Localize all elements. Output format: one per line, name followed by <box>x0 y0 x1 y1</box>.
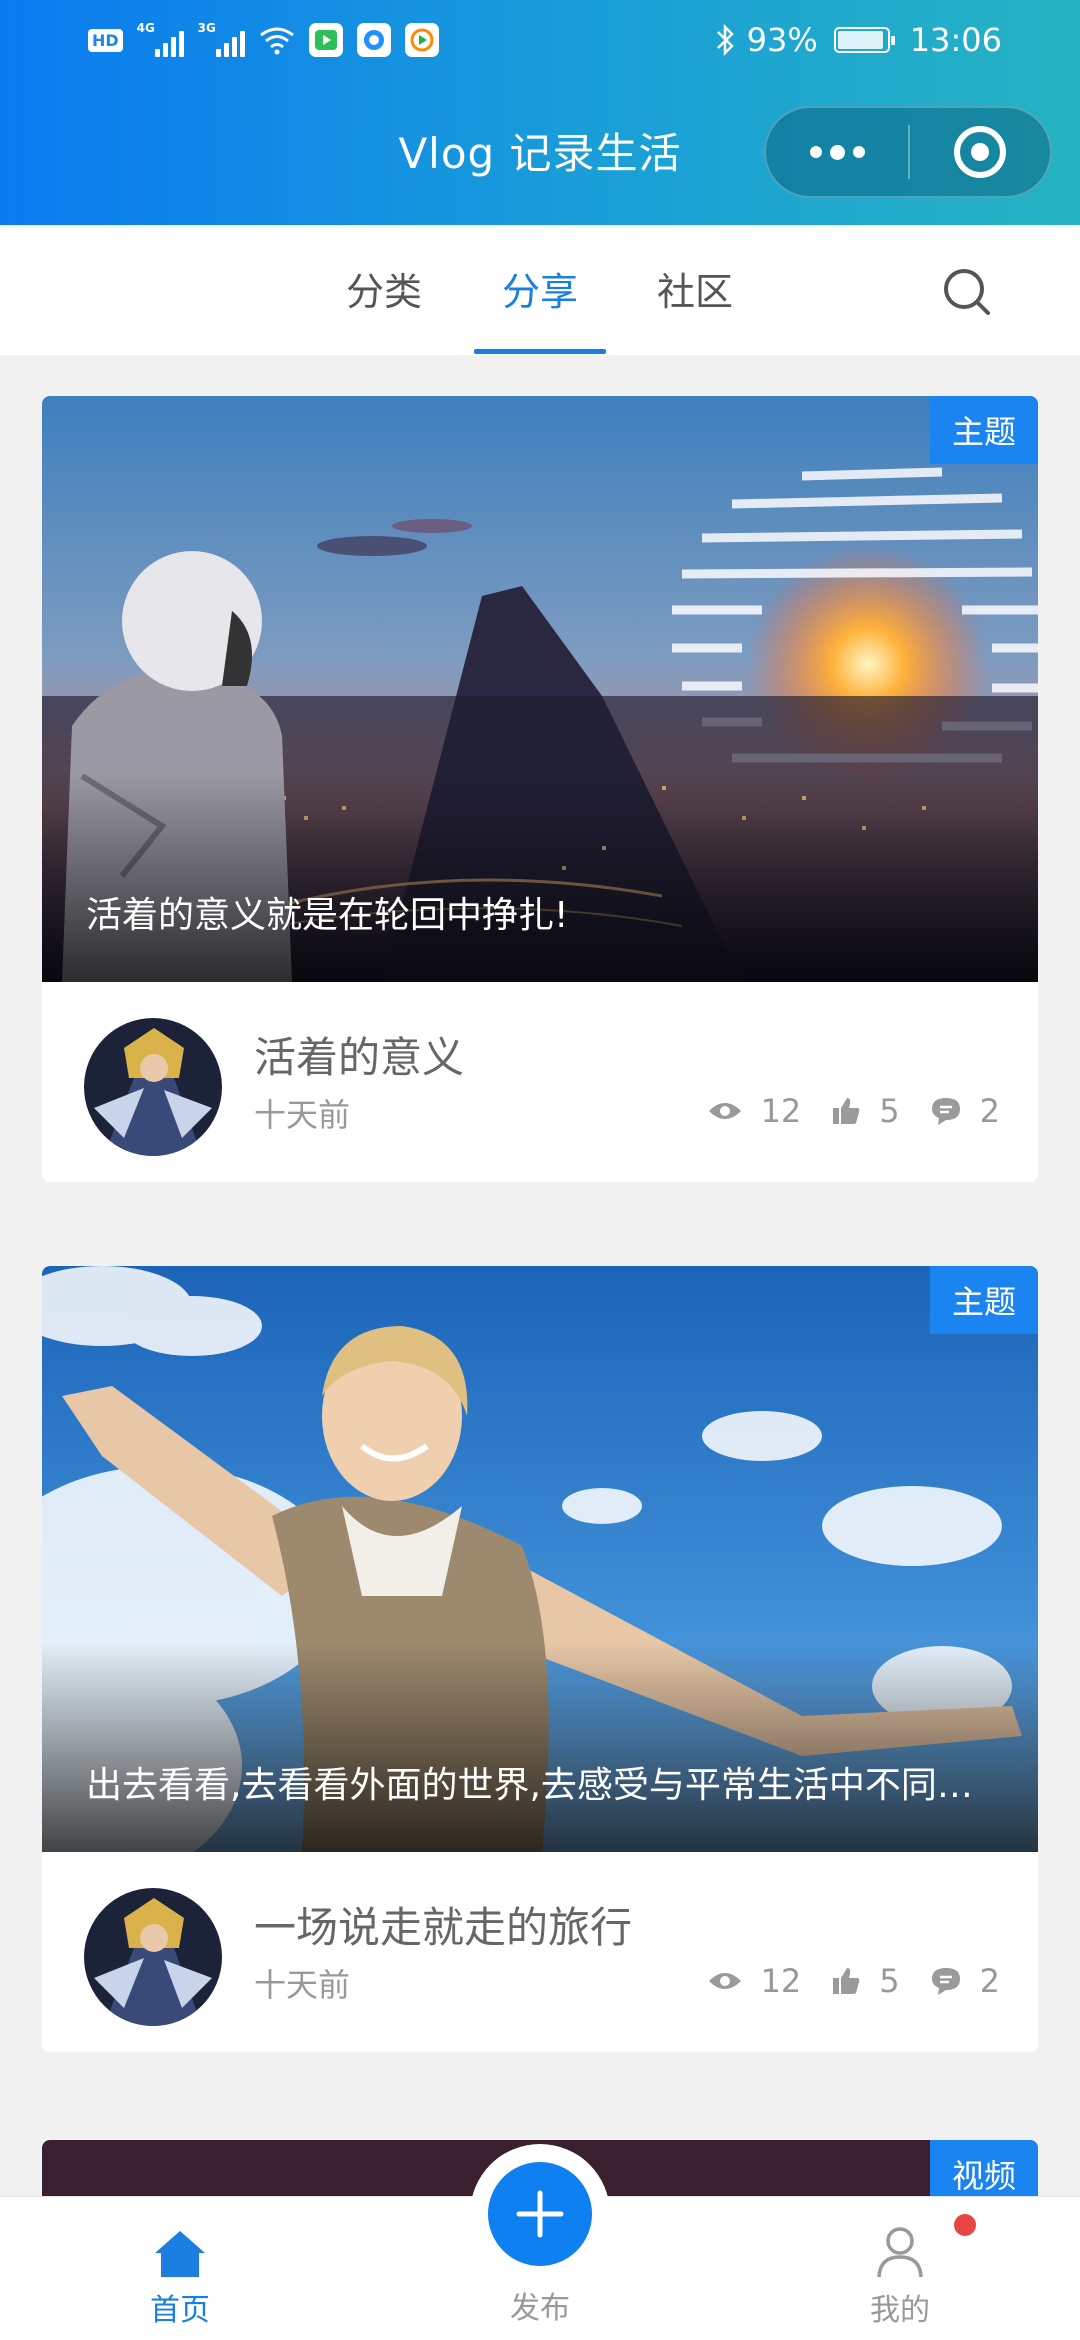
avatar-image <box>84 1018 222 1156</box>
post-meta: 一场说走就走的旅行 十天前 12 5 2 <box>42 1852 1038 2052</box>
post-meta: 活着的意义 十天前 12 5 2 <box>42 982 1038 1182</box>
video-app-icon <box>308 23 343 57</box>
mini-program-capsule <box>764 106 1052 198</box>
view-count: 12 <box>760 1092 802 1130</box>
avatar[interactable] <box>84 1888 222 2026</box>
post-card[interactable]: 出去看看,去看看外面的世界,去感受与平常生活中不同的风景 主题 一场说走就走的旅… <box>42 1266 1038 2052</box>
post-title[interactable]: 活着的意义 <box>254 1024 464 1085</box>
post-cover-image[interactable]: 出去看看,去看看外面的世界,去感受与平常生活中不同的风景 主题 <box>42 1266 1038 1852</box>
home-icon <box>100 2217 260 2279</box>
plus-icon <box>516 2190 564 2238</box>
like-count: 5 <box>879 1092 900 1130</box>
avatar[interactable] <box>84 1018 222 1156</box>
comment-count: 2 <box>979 1092 1000 1130</box>
eye-icon <box>708 1103 741 1119</box>
caption-shade <box>42 1642 1038 1852</box>
post-cover-image[interactable]: 活着的意义就是在轮回中挣扎! 主题 <box>42 396 1038 982</box>
more-dot-icon <box>829 144 845 160</box>
post-caption: 出去看看,去看看外面的世界,去感受与平常生活中不同的风景 <box>86 1765 994 1806</box>
tencent-video-app-icon <box>404 23 439 57</box>
signal-4g-label: 4G <box>136 21 155 35</box>
nav-home[interactable]: 首页 <box>100 2217 260 2329</box>
battery-percent: 93% <box>746 21 818 59</box>
nav-publish-label: 发布 <box>510 2291 570 2326</box>
tab-community[interactable]: 社区 <box>657 261 733 316</box>
tab-category[interactable]: 分类 <box>346 261 422 316</box>
avatar-image <box>84 1888 222 2026</box>
bluetooth-icon <box>716 23 734 57</box>
app-header: HD 4G 3G 93% 13:06 Vlog 记录生活 <box>0 0 1080 225</box>
post-title[interactable]: 一场说走就走的旅行 <box>254 1894 632 1955</box>
nav-mine[interactable]: 我的 <box>820 2217 980 2329</box>
comment-icon[interactable] <box>930 1966 962 1996</box>
category-tabs: 分类 分享 社区 <box>0 225 1080 355</box>
comment-count: 2 <box>979 1962 1000 2000</box>
tab-share[interactable]: 分享 <box>502 261 578 316</box>
eye-icon <box>708 1973 741 1989</box>
browser-app-icon <box>356 23 391 57</box>
more-dot-icon <box>809 146 822 158</box>
wifi-icon <box>259 27 294 55</box>
signal-4g-icon: 4G <box>136 21 184 57</box>
view-count: 12 <box>760 1962 802 2000</box>
comment-icon[interactable] <box>930 1096 962 1126</box>
post-time: 十天前 <box>254 1966 351 2004</box>
clock: 13:06 <box>909 21 1002 59</box>
more-options-button[interactable] <box>766 108 908 196</box>
post-card[interactable]: 活着的意义就是在轮回中挣扎! 主题 活着的意义 十天前 12 5 2 <box>42 396 1038 1182</box>
post-caption: 活着的意义就是在轮回中挣扎! <box>86 895 569 936</box>
signal-3g-label: 3G <box>197 21 216 35</box>
more-dot-icon <box>852 146 865 158</box>
active-tab-indicator <box>474 349 606 354</box>
caption-shade <box>42 772 1038 982</box>
search-icon[interactable] <box>940 265 994 319</box>
notification-dot <box>954 2214 976 2236</box>
post-time: 十天前 <box>254 1096 351 1134</box>
battery-icon <box>833 27 895 53</box>
nav-publish-label-wrap: 发布 <box>460 2283 620 2327</box>
post-type-badge: 主题 <box>930 1266 1038 1334</box>
status-indicators: HD 4G 3G <box>88 18 439 62</box>
status-right: 93% 13:06 <box>715 16 1002 64</box>
status-bar: HD 4G 3G 93% 13:06 <box>0 0 1080 80</box>
like-count: 5 <box>879 1962 900 2000</box>
post-stats: 12 5 2 <box>707 1962 1000 2000</box>
nav-mine-label: 我的 <box>870 2293 930 2328</box>
close-mini-program-button[interactable] <box>910 108 1050 196</box>
post-stats: 12 5 2 <box>707 1092 1000 1130</box>
thumbs-up-icon[interactable] <box>831 1966 861 1996</box>
publish-button[interactable] <box>488 2162 592 2266</box>
post-type-badge: 主题 <box>930 396 1038 464</box>
thumbs-up-icon[interactable] <box>831 1096 861 1126</box>
hd-indicator: HD <box>88 28 123 52</box>
nav-home-label: 首页 <box>150 2293 210 2328</box>
signal-3g-icon: 3G <box>197 21 245 57</box>
target-close-icon <box>954 126 1006 178</box>
